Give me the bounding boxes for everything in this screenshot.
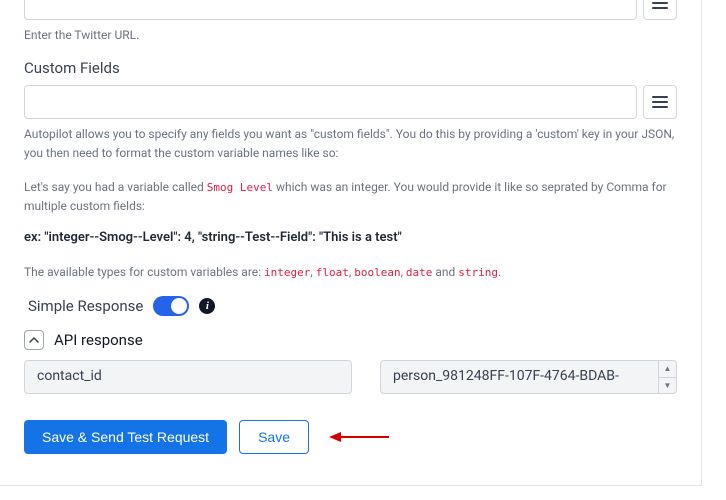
custom-fields-helper-1: Autopilot allows you to specify any fiel… <box>24 125 677 163</box>
custom-fields-helper-2: Let's say you had a variable called Smog… <box>24 178 677 216</box>
twitter-helper: Enter the Twitter URL. <box>24 26 677 45</box>
arrow-left-icon <box>329 429 389 445</box>
value-stepper[interactable]: ▲ ▼ <box>659 360 677 394</box>
types-period: . <box>498 265 501 279</box>
code-smog-level: Smog Level <box>207 181 273 194</box>
custom-fields-example: ex: "integer--Smog--Level": 4, "string--… <box>24 230 677 245</box>
type-integer: integer <box>264 266 310 279</box>
simple-response-row: Simple Response i <box>28 296 677 316</box>
api-response-header: API response <box>24 330 677 350</box>
button-row: Save & Send Test Request Save <box>24 420 677 454</box>
simple-response-toggle[interactable] <box>153 296 189 316</box>
collapse-button[interactable] <box>24 330 44 350</box>
menu-icon-button[interactable] <box>643 0 677 20</box>
type-date: date <box>406 266 433 279</box>
api-response-value[interactable]: person_981248FF-107F-4764-BDAB- <box>380 360 659 394</box>
hamburger-icon <box>652 0 668 10</box>
api-response-grid: contact_id person_981248FF-107F-4764-BDA… <box>24 360 677 394</box>
save-button[interactable]: Save <box>239 420 309 454</box>
types-and: and <box>432 265 458 279</box>
form-container: Enter the Twitter URL. Custom Fields Aut… <box>0 0 702 486</box>
twitter-field-row <box>24 0 677 20</box>
arrow-annotation <box>329 429 389 445</box>
save-send-button[interactable]: Save & Send Test Request <box>24 420 227 454</box>
api-response-key[interactable]: contact_id <box>24 360 352 394</box>
simple-response-label: Simple Response <box>28 297 143 315</box>
custom-fields-row <box>24 85 677 119</box>
menu-icon-button[interactable] <box>643 85 677 119</box>
type-float: float <box>316 266 349 279</box>
stepper-up-icon[interactable]: ▲ <box>659 361 676 378</box>
twitter-input[interactable] <box>24 0 637 20</box>
chevron-up-icon <box>29 335 39 345</box>
type-string: string <box>458 266 498 279</box>
custom-fields-label: Custom Fields <box>24 59 677 77</box>
custom-fields-input[interactable] <box>24 85 637 119</box>
types-intro: The available types for custom variables… <box>24 265 264 279</box>
type-boolean: boolean <box>354 266 400 279</box>
api-response-value-wrap: person_981248FF-107F-4764-BDAB- ▲ ▼ <box>380 360 677 394</box>
hamburger-icon <box>652 95 668 109</box>
stepper-down-icon[interactable]: ▼ <box>659 378 676 394</box>
info-icon[interactable]: i <box>199 298 215 314</box>
custom-fields-types: The available types for custom variables… <box>24 263 677 282</box>
api-response-label: API response <box>54 331 143 349</box>
helper-text-part: Let's say you had a variable called <box>24 180 207 194</box>
